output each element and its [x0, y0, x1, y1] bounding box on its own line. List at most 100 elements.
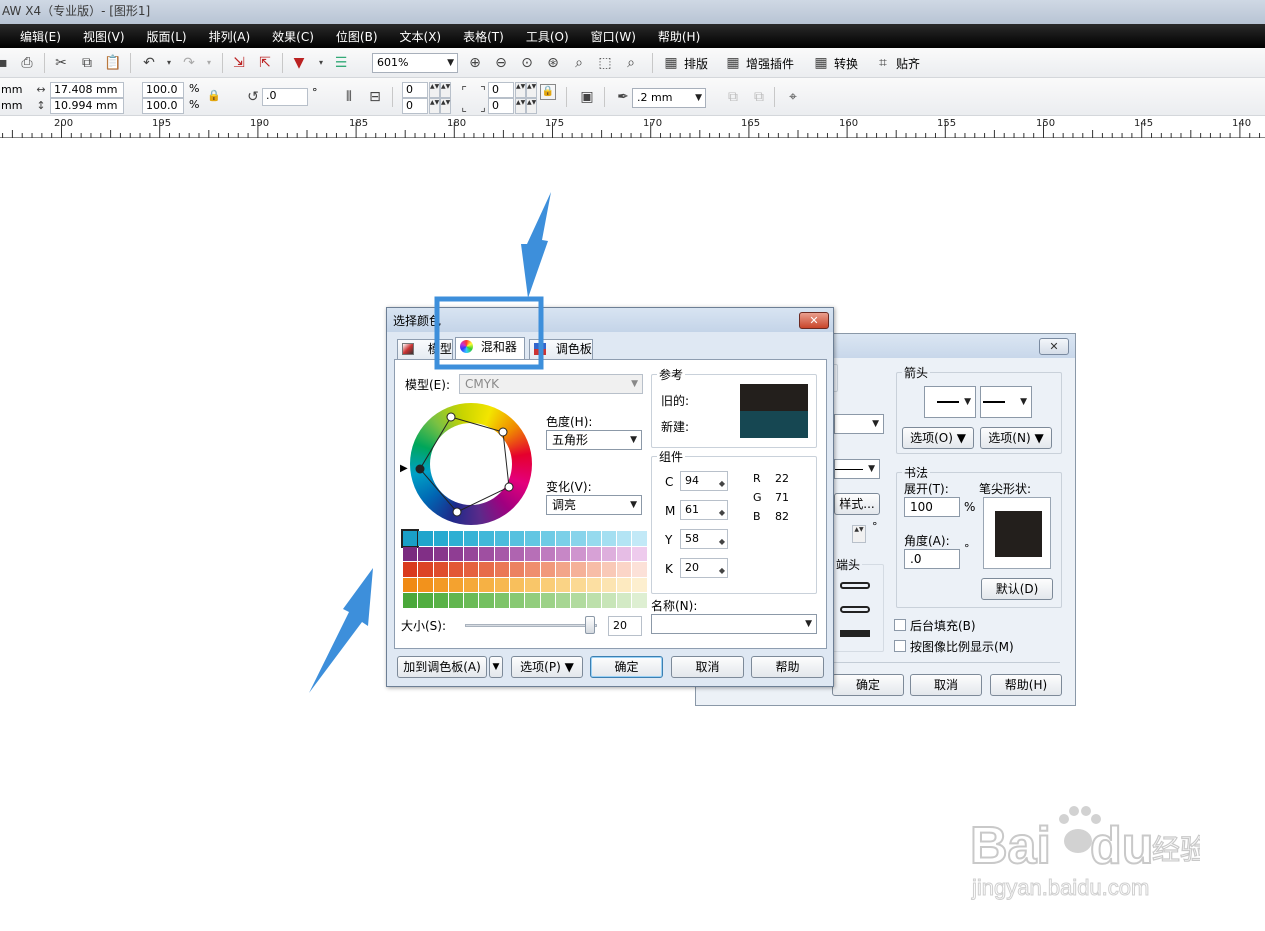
variation-combo[interactable]: 调亮 ▼	[546, 495, 642, 515]
color-swatch[interactable]	[418, 577, 433, 592]
color-swatch[interactable]	[555, 546, 571, 561]
close-button[interactable]: ✕	[799, 312, 829, 329]
copy-icon[interactable]: ⧉	[78, 54, 96, 72]
ok-button[interactable]: 确定	[832, 674, 904, 696]
stepper-icon[interactable]: ▲▼	[440, 98, 451, 114]
stepper-icon[interactable]: ▲▼	[440, 82, 451, 98]
start-arrow-options-button[interactable]: 选项(O) ▼	[902, 427, 974, 449]
color-swatch[interactable]	[632, 531, 647, 546]
behind-fill-checkbox[interactable]	[894, 619, 906, 631]
lock-corners-icon[interactable]: 🔒	[540, 84, 556, 100]
scale-y-input[interactable]: 100.0	[142, 98, 184, 114]
spread-input[interactable]: 100	[904, 497, 960, 517]
color-swatch[interactable]	[540, 577, 555, 592]
outline-width-combo[interactable]: .2 mm ▼	[632, 88, 706, 108]
redo-icon[interactable]: ↷	[180, 54, 198, 72]
end-arrow-combo[interactable]: ▼	[980, 386, 1032, 418]
color-swatch[interactable]	[494, 531, 510, 546]
color-swatch[interactable]	[448, 546, 464, 561]
menu-table[interactable]: 表格(T)	[463, 28, 504, 45]
color-swatch[interactable]	[510, 593, 525, 608]
export-icon[interactable]: ⇱	[256, 54, 274, 72]
color-swatch[interactable]	[494, 546, 510, 561]
size-input[interactable]: 20	[608, 616, 642, 636]
color-swatch[interactable]	[418, 531, 433, 546]
color-swatch[interactable]	[617, 546, 632, 561]
wrap-text-icon[interactable]: ▣	[578, 88, 596, 106]
cut-icon[interactable]: ✂	[52, 54, 70, 72]
cancel-button[interactable]: 取消	[910, 674, 982, 696]
undo-icon[interactable]: ↶	[140, 54, 158, 72]
close-button[interactable]: ✕	[1039, 338, 1069, 355]
color-swatch[interactable]	[510, 562, 525, 577]
width-input[interactable]: 17.408 mm	[50, 82, 124, 98]
color-swatch[interactable]	[464, 531, 479, 546]
print-icon[interactable]: ⎙	[18, 54, 36, 72]
color-swatch[interactable]	[433, 593, 448, 608]
color-swatch[interactable]	[571, 593, 586, 608]
to-back-icon[interactable]: ⧉	[750, 88, 768, 106]
cyan-input[interactable]: 94 ◆	[680, 471, 728, 491]
color-swatch[interactable]	[448, 531, 464, 546]
color-swatch[interactable]	[464, 562, 479, 577]
save-icon[interactable]: ▪	[0, 54, 12, 72]
color-swatch[interactable]	[571, 531, 586, 546]
color-swatch[interactable]	[433, 577, 448, 592]
color-swatch[interactable]	[494, 577, 510, 592]
color-swatch[interactable]	[617, 562, 632, 577]
stepper-icon[interactable]: ▲▼	[429, 98, 440, 114]
height-input[interactable]: 10.994 mm	[50, 98, 124, 114]
size-slider-track[interactable]	[465, 616, 597, 634]
stepper-icon[interactable]: ▲▼	[515, 98, 526, 114]
redo-dropdown-icon[interactable]: ▾	[200, 54, 218, 72]
cap-extended-icon[interactable]	[840, 630, 870, 637]
edit-style-button[interactable]: 样式...	[834, 493, 880, 515]
application-launcher-icon[interactable]: ▼	[290, 54, 308, 72]
convert-to-curves-icon[interactable]: ⌖	[784, 88, 802, 106]
cancel-button[interactable]: 取消	[671, 656, 744, 678]
mirror-vertical-icon[interactable]: ⊟	[366, 88, 384, 106]
color-swatch[interactable]	[479, 562, 494, 577]
color-swatch[interactable]	[479, 546, 494, 561]
color-swatch[interactable]	[403, 577, 418, 592]
stepper-icon[interactable]: ▲▼	[526, 98, 537, 114]
nib-preview[interactable]	[983, 497, 1051, 569]
color-swatch[interactable]	[632, 546, 647, 561]
color-swatch[interactable]	[464, 546, 479, 561]
color-swatch[interactable]	[555, 577, 571, 592]
color-swatch[interactable]	[418, 546, 433, 561]
color-swatch[interactable]	[555, 531, 571, 546]
color-swatch[interactable]	[540, 562, 555, 577]
lock-ratio-icon[interactable]: 🔒	[205, 87, 223, 105]
color-swatch[interactable]	[571, 546, 586, 561]
zoom-out-icon[interactable]: ⊖	[492, 54, 510, 72]
import-icon[interactable]: ⇲	[230, 54, 248, 72]
color-swatch[interactable]	[464, 593, 479, 608]
corner-bottom-left-input[interactable]: 0	[402, 98, 428, 114]
menu-layout[interactable]: 版面(L)	[147, 28, 187, 45]
plugin-enhanced-button[interactable]: 增强插件	[746, 55, 794, 72]
color-swatch[interactable]	[632, 562, 647, 577]
color-swatch[interactable]	[400, 529, 420, 548]
color-swatch[interactable]	[601, 562, 617, 577]
color-swatch[interactable]	[418, 593, 433, 608]
tab-palettes[interactable]: 调色板	[529, 339, 593, 359]
plugin-typeset-button[interactable]: 排版	[684, 55, 708, 72]
color-swatch[interactable]	[586, 577, 601, 592]
color-swatch[interactable]	[601, 531, 617, 546]
scale-x-input[interactable]: 100.0	[142, 82, 184, 98]
menu-view[interactable]: 视图(V)	[83, 28, 125, 45]
angle-input[interactable]: .0	[904, 549, 960, 569]
color-swatch[interactable]	[601, 593, 617, 608]
model-combo[interactable]: CMYK ▼	[459, 374, 643, 394]
color-swatch[interactable]	[586, 562, 601, 577]
color-swatch[interactable]	[448, 562, 464, 577]
color-swatch[interactable]	[479, 593, 494, 608]
mirror-horizontal-icon[interactable]: ⫴	[340, 88, 358, 106]
stepper-icon[interactable]: ◆	[719, 533, 725, 551]
color-swatch[interactable]	[525, 593, 540, 608]
options-checklist-icon[interactable]: ☰	[332, 54, 350, 72]
stepper-icon[interactable]: ◆	[719, 562, 725, 580]
color-swatch[interactable]	[540, 546, 555, 561]
line-style-combo[interactable]: ▼	[834, 459, 880, 479]
